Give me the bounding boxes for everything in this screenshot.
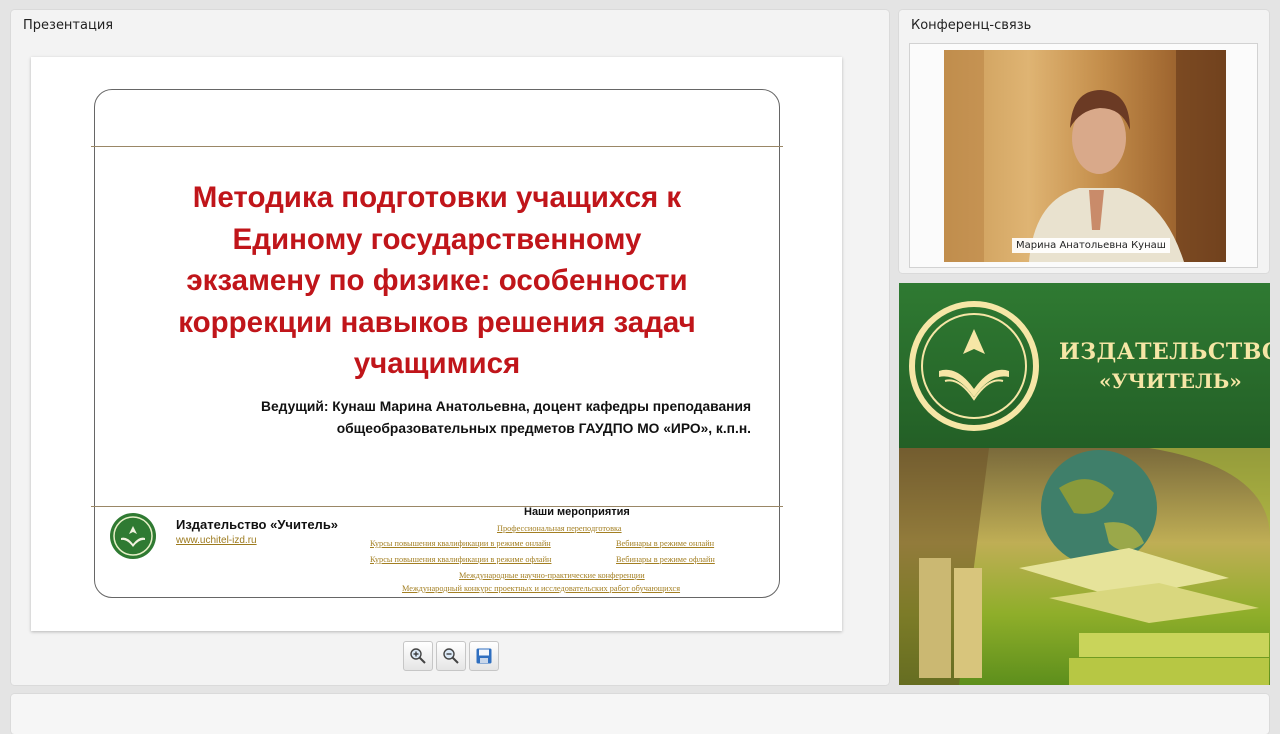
conference-panel: Конференц-связь Марина Анатольевна Кунаш (899, 10, 1269, 273)
slide-title-line: коррекции навыков решения задач (178, 305, 696, 339)
event-link[interactable]: Международные научно-практические конфер… (459, 571, 645, 580)
zoom-out-button[interactable] (436, 641, 466, 671)
publisher-name: Издательство «Учитель» (176, 517, 339, 532)
banner-logo-icon (909, 301, 1039, 431)
banner-title-line1: ИЗДАТЕЛЬСТВО (1059, 339, 1270, 365)
slide-title-line: Методика подготовки учащихся к (192, 181, 682, 214)
slide-title-line: Единому государственному (232, 222, 642, 256)
bottom-panel (11, 694, 1269, 734)
participant-video-frame (944, 50, 1226, 262)
slide-title-line: учащимися (353, 347, 521, 380)
books-globe-image (899, 448, 1270, 685)
banner-header: ИЗДАТЕЛЬСТВО «УЧИТЕЛЬ» (899, 283, 1270, 448)
video-container: Марина Анатольевна Кунаш (909, 43, 1258, 268)
slide-title: Методика подготовки учащихся к Единому г… (107, 177, 767, 385)
presenter-line: Ведущий: Кунаш Марина Анатольевна, доцен… (261, 399, 751, 414)
banner-image (899, 448, 1270, 685)
presentation-slide: Методика подготовки учащихся к Единому г… (31, 57, 842, 631)
publisher-banner[interactable]: ИЗДАТЕЛЬСТВО «УЧИТЕЛЬ» (899, 283, 1270, 685)
participant-name-label: Марина Анатольевна Кунаш (1012, 238, 1170, 253)
event-link[interactable]: Вебинары в режиме онлайн (616, 539, 714, 548)
conference-panel-title: Конференц-связь (911, 18, 1032, 33)
save-icon (476, 648, 492, 664)
publisher-logo-icon (110, 513, 156, 559)
event-link[interactable]: Вебинары в режиме офлайн (616, 555, 715, 564)
event-link[interactable]: Курсы повышения квалификации в режиме он… (370, 539, 551, 548)
zoom-in-icon (410, 648, 426, 664)
presentation-panel-title: Презентация (23, 18, 114, 33)
slide-presenter: Ведущий: Кунаш Марина Анатольевна, доцен… (111, 396, 751, 439)
event-link[interactable]: Профессиональная переподготовка (497, 524, 622, 533)
zoom-out-icon (443, 648, 459, 664)
publisher-url-link[interactable]: www.uchitel-izd.ru (176, 535, 257, 546)
slide-title-line: экзамену по физике: особенности (186, 264, 688, 297)
zoom-in-button[interactable] (403, 641, 433, 671)
event-link[interactable]: Международный конкурс проектных и исслед… (402, 584, 680, 593)
slide-top-rule (91, 146, 783, 147)
presenter-line: общеобразовательных предметов ГАУДПО МО … (336, 420, 751, 436)
presentation-panel: Презентация Методика подготовки учащихся… (11, 10, 889, 685)
event-link[interactable]: Курсы повышения квалификации в режиме оф… (370, 555, 551, 564)
save-button[interactable] (469, 641, 499, 671)
banner-title-line2: «УЧИТЕЛЬ» (1099, 369, 1242, 393)
participant-video[interactable]: Марина Анатольевна Кунаш (944, 50, 1226, 262)
slide-bottom-rule (91, 506, 783, 507)
events-heading: Наши мероприятия (524, 506, 630, 518)
